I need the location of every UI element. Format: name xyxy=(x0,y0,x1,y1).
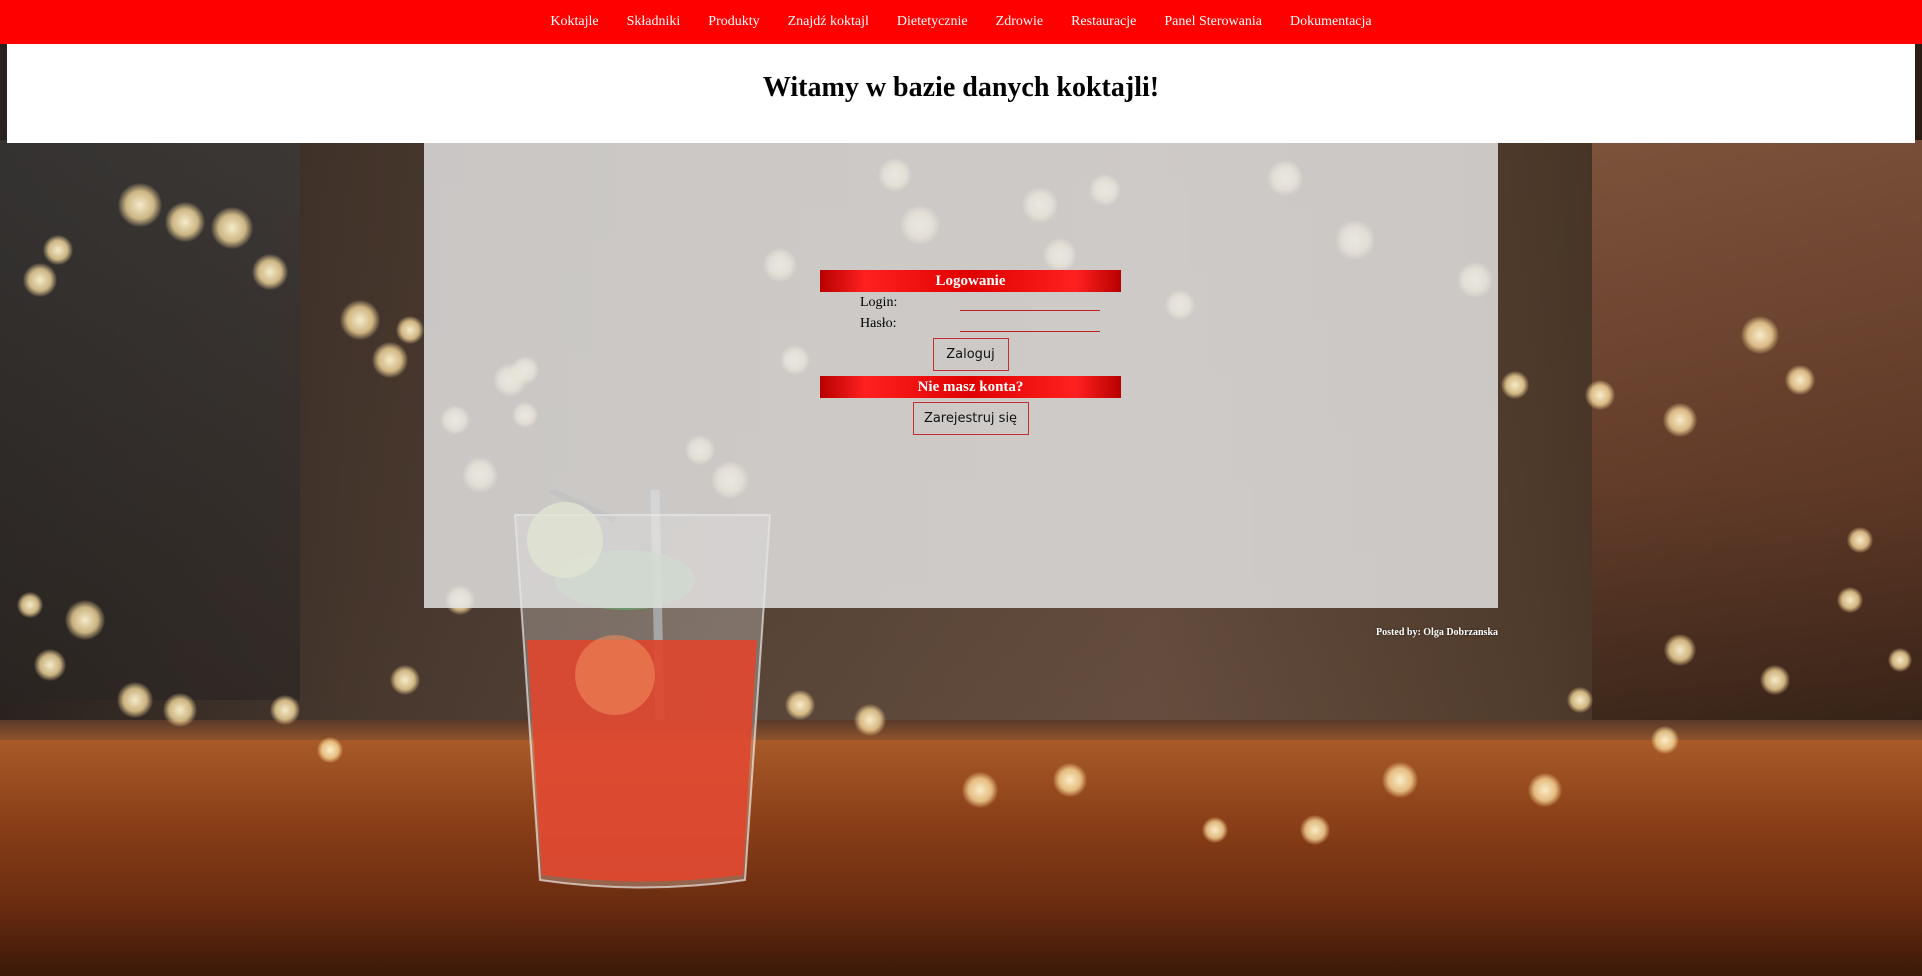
bokeh-light xyxy=(23,263,57,297)
background-wall-right xyxy=(1592,140,1922,720)
login-form: Logowanie Login: Hasło: Zaloguj Nie masz… xyxy=(820,270,1121,435)
bokeh-light xyxy=(1300,815,1330,845)
bokeh-light xyxy=(1663,403,1697,437)
register-button[interactable]: Zarejestruj się xyxy=(912,402,1029,435)
bokeh-light xyxy=(163,693,197,727)
bokeh-light xyxy=(962,772,998,808)
login-row: Login: xyxy=(820,292,1121,313)
bokeh-light xyxy=(118,183,162,227)
login-input[interactable] xyxy=(960,292,1100,311)
bokeh-light xyxy=(1847,527,1873,553)
bokeh-light xyxy=(1501,371,1529,399)
bokeh-light xyxy=(17,592,43,618)
nav-item-skladniki[interactable]: Składniki xyxy=(627,14,681,30)
bokeh-light xyxy=(1585,380,1615,410)
nav-item-zdrowie[interactable]: Zdrowie xyxy=(996,14,1043,30)
bokeh-light xyxy=(390,665,420,695)
bokeh-light xyxy=(1664,634,1696,666)
bokeh-light xyxy=(1785,365,1815,395)
nav-item-znajdz-koktajl[interactable]: Znajdź koktajl xyxy=(788,14,869,30)
bokeh-light xyxy=(65,600,105,640)
bokeh-light xyxy=(854,704,886,736)
bokeh-light xyxy=(1053,763,1087,797)
login-button[interactable]: Zaloguj xyxy=(932,338,1009,371)
background-table xyxy=(0,740,1922,976)
nav-item-restauracje[interactable]: Restauracje xyxy=(1071,14,1136,30)
top-navigation: Koktajle Składniki Produkty Znajdź kokta… xyxy=(0,0,1922,44)
bokeh-light xyxy=(252,254,288,290)
bokeh-light xyxy=(43,235,73,265)
bokeh-light xyxy=(396,316,424,344)
bokeh-light xyxy=(1837,587,1863,613)
login-label: Login: xyxy=(860,295,898,310)
bokeh-light xyxy=(785,690,815,720)
nav-item-koktajle[interactable]: Koktajle xyxy=(550,14,598,30)
nav-item-panel-sterowania[interactable]: Panel Sterowania xyxy=(1164,14,1262,30)
bokeh-light xyxy=(1382,762,1418,798)
bokeh-light xyxy=(1567,687,1593,713)
password-label: Hasło: xyxy=(860,316,897,331)
password-row: Hasło: xyxy=(820,313,1121,334)
bokeh-light xyxy=(340,300,380,340)
register-heading: Nie masz konta? xyxy=(820,376,1121,398)
bokeh-light xyxy=(117,682,153,718)
bokeh-light xyxy=(34,649,66,681)
bokeh-light xyxy=(1888,648,1912,672)
bokeh-light xyxy=(1760,665,1790,695)
bokeh-light xyxy=(317,737,343,763)
nav-item-dokumentacja[interactable]: Dokumentacja xyxy=(1290,14,1372,30)
bokeh-light xyxy=(1528,773,1562,807)
nav-item-dietetycznie[interactable]: Dietetycznie xyxy=(897,14,968,30)
bokeh-light xyxy=(165,202,205,242)
bokeh-light xyxy=(372,342,408,378)
header-banner: Witamy w bazie danych koktajli! xyxy=(7,44,1915,143)
bokeh-light xyxy=(270,695,300,725)
password-input[interactable] xyxy=(960,313,1100,332)
main-panel: Logowanie Login: Hasło: Zaloguj Nie masz… xyxy=(424,143,1498,608)
bokeh-light xyxy=(211,207,253,249)
login-heading: Logowanie xyxy=(820,270,1121,292)
page-title: Witamy w bazie danych koktajli! xyxy=(762,72,1160,103)
bokeh-light xyxy=(1651,726,1679,754)
nav-item-produkty[interactable]: Produkty xyxy=(708,14,759,30)
posted-by-credit: Posted by: Olga Dobrzanska xyxy=(1376,627,1498,638)
bokeh-light xyxy=(1202,817,1228,843)
bokeh-light xyxy=(1741,316,1779,354)
